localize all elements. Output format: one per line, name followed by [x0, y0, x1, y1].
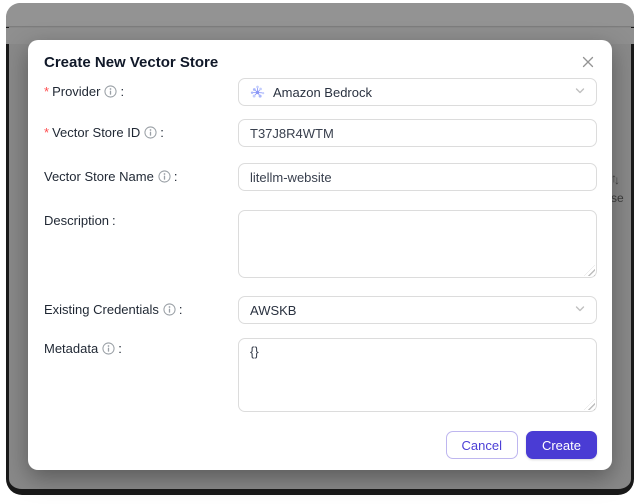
screen: ↑↓ se Create New Vector Store * Provider… [0, 0, 640, 504]
metadata-field-wrap: {} [238, 338, 597, 412]
chevron-down-icon [574, 303, 586, 318]
existing-credentials-label: Existing Credentials : [44, 302, 183, 317]
metadata-label-text: Metadata [44, 341, 99, 356]
info-icon[interactable] [158, 170, 171, 183]
chevron-down-icon [574, 85, 586, 100]
metadata-textarea[interactable]: {} [238, 338, 597, 412]
info-icon[interactable] [144, 126, 157, 139]
info-icon[interactable] [163, 303, 176, 316]
close-icon[interactable] [577, 51, 599, 73]
description-label-text: Description [44, 213, 110, 228]
description-label: Description : [44, 213, 116, 228]
metadata-label: Metadata : [44, 341, 122, 356]
description-field-wrap [238, 210, 597, 278]
required-mark: * [44, 84, 50, 99]
bedrock-icon [250, 85, 265, 100]
create-button[interactable]: Create [525, 431, 597, 459]
obscured-background-text: se [611, 191, 624, 205]
provider-label: * Provider : [44, 84, 125, 99]
existing-credentials-select[interactable]: AWSKB [238, 296, 597, 324]
provider-label-text: Provider [52, 84, 101, 99]
existing-credentials-label-text: Existing Credentials [44, 302, 159, 317]
provider-select[interactable]: Amazon Bedrock [238, 78, 597, 106]
vector-store-name-label: Vector Store Name : [44, 169, 178, 184]
existing-credentials-value: AWSKB [250, 302, 297, 318]
vector-store-id-input[interactable] [238, 119, 597, 147]
cancel-button[interactable]: Cancel [445, 431, 518, 459]
provider-value: Amazon Bedrock [273, 84, 372, 100]
vector-store-id-label: * Vector Store ID : [44, 125, 164, 140]
dimmed-page-header [6, 3, 634, 27]
modal-footer: Cancel Create [445, 431, 597, 459]
required-mark: * [44, 125, 50, 140]
vector-store-name-input[interactable] [238, 163, 597, 191]
description-textarea[interactable] [238, 210, 597, 278]
info-icon[interactable] [102, 342, 115, 355]
modal-title: Create New Vector Store [44, 54, 219, 71]
vector-store-id-label-text: Vector Store ID [52, 125, 141, 140]
info-icon[interactable] [104, 85, 118, 98]
vector-store-name-label-text: Vector Store Name [44, 169, 154, 184]
create-vector-store-modal: Create New Vector Store * Provider : Ama… [28, 40, 612, 470]
